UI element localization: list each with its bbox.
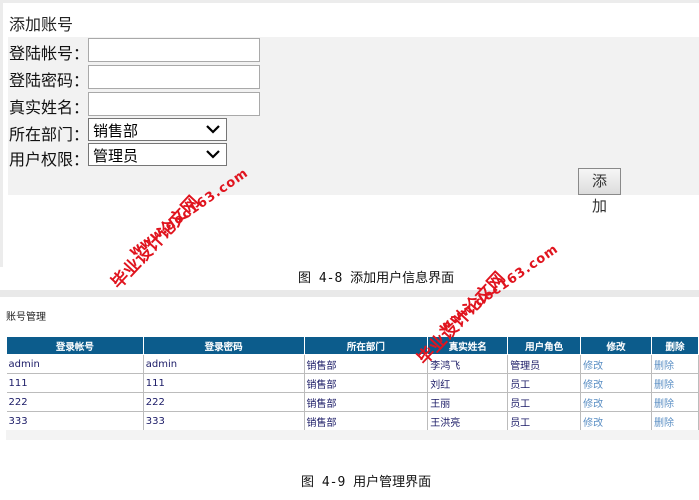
- permission-selected-value: 管理员: [93, 147, 139, 165]
- panel-top-border: [0, 0, 699, 3]
- permission-label: 用户权限：: [9, 150, 90, 169]
- chevron-down-icon: [206, 125, 220, 134]
- edit-link[interactable]: 修改: [580, 411, 652, 431]
- add-account-panel: 添加账号 登陆帐号： 登陆密码： 真实姓名： 所在部门： 销售部 用户权限： 管…: [0, 0, 699, 267]
- cell-account: admin: [6, 354, 144, 374]
- figure-caption-4-8: 图 4-8 添加用户信息界面: [298, 271, 455, 286]
- cell-real-name: 王洪亮: [427, 411, 509, 431]
- delete-link[interactable]: 删除: [651, 373, 699, 393]
- login-account-label: 登陆帐号：: [9, 44, 90, 63]
- delete-link[interactable]: 删除: [651, 392, 699, 412]
- figure-caption-4-9: 图 4-9 用户管理界面: [301, 475, 432, 490]
- chevron-down-icon: [206, 150, 220, 159]
- login-password-input[interactable]: [88, 65, 260, 89]
- cell-account: 222: [6, 392, 144, 412]
- cell-password: 222: [143, 392, 305, 412]
- department-select[interactable]: 销售部: [88, 118, 227, 141]
- column-header: 删除: [650, 336, 699, 355]
- cell-role: 员工: [507, 373, 582, 393]
- department-label: 所在部门：: [9, 125, 90, 144]
- panel-left-border: [0, 0, 3, 267]
- user-table: 登录帐号 登录密码 所在部门 真实姓名 用户角色 修改 删除 admin adm…: [6, 336, 699, 431]
- delete-link[interactable]: 删除: [651, 354, 699, 374]
- cell-account: 111: [6, 373, 144, 393]
- cell-password: 333: [143, 411, 305, 431]
- login-password-label: 登陆密码：: [9, 71, 90, 90]
- cell-role: 员工: [507, 411, 582, 431]
- cell-real-name: 刘红: [427, 373, 509, 393]
- real-name-input[interactable]: [88, 92, 260, 116]
- cell-role: 管理员: [507, 354, 582, 374]
- table-footer-band: [6, 430, 699, 440]
- user-management-panel: 账号管理 登录帐号 登录密码 所在部门 真实姓名 用户角色 修改 删除 admi…: [0, 290, 699, 450]
- column-header: 登录密码: [142, 336, 305, 355]
- column-header: 登录帐号: [6, 336, 144, 355]
- edit-link[interactable]: 修改: [580, 373, 652, 393]
- account-management-title: 账号管理: [6, 312, 46, 323]
- delete-link[interactable]: 删除: [651, 411, 699, 431]
- cell-department: 销售部: [304, 354, 429, 374]
- edit-link[interactable]: 修改: [580, 354, 652, 374]
- panel-top-band: [0, 290, 699, 297]
- cell-department: 销售部: [304, 373, 429, 393]
- edit-link[interactable]: 修改: [580, 392, 652, 412]
- table-header-row: 登录帐号 登录密码 所在部门 真实姓名 用户角色 修改 删除: [6, 336, 699, 355]
- cell-real-name: 李鸿飞: [427, 354, 509, 374]
- column-header: 修改: [580, 336, 652, 355]
- cell-password: 111: [143, 373, 305, 393]
- table-row: 222 222 销售部 王丽 员工 修改 删除: [6, 392, 699, 412]
- add-button[interactable]: 添 加: [578, 168, 621, 215]
- department-selected-value: 销售部: [93, 122, 139, 140]
- cell-real-name: 王丽: [427, 392, 509, 412]
- table-row: 333 333 销售部 王洪亮 员工 修改 删除: [6, 411, 699, 431]
- permission-select[interactable]: 管理员: [88, 143, 227, 166]
- cell-role: 员工: [507, 392, 582, 412]
- add-account-title: 添加账号: [9, 15, 74, 34]
- column-header: 用户角色: [507, 336, 582, 355]
- table-row: admin admin 销售部 李鸿飞 管理员 修改 删除: [6, 354, 699, 374]
- real-name-label: 真实姓名：: [9, 98, 90, 117]
- cell-account: 333: [6, 411, 144, 431]
- login-account-input[interactable]: [88, 38, 260, 62]
- cell-department: 销售部: [304, 411, 429, 431]
- table-row: 111 111 销售部 刘红 员工 修改 删除: [6, 373, 699, 393]
- cell-department: 销售部: [304, 392, 429, 412]
- cell-password: admin: [143, 354, 305, 374]
